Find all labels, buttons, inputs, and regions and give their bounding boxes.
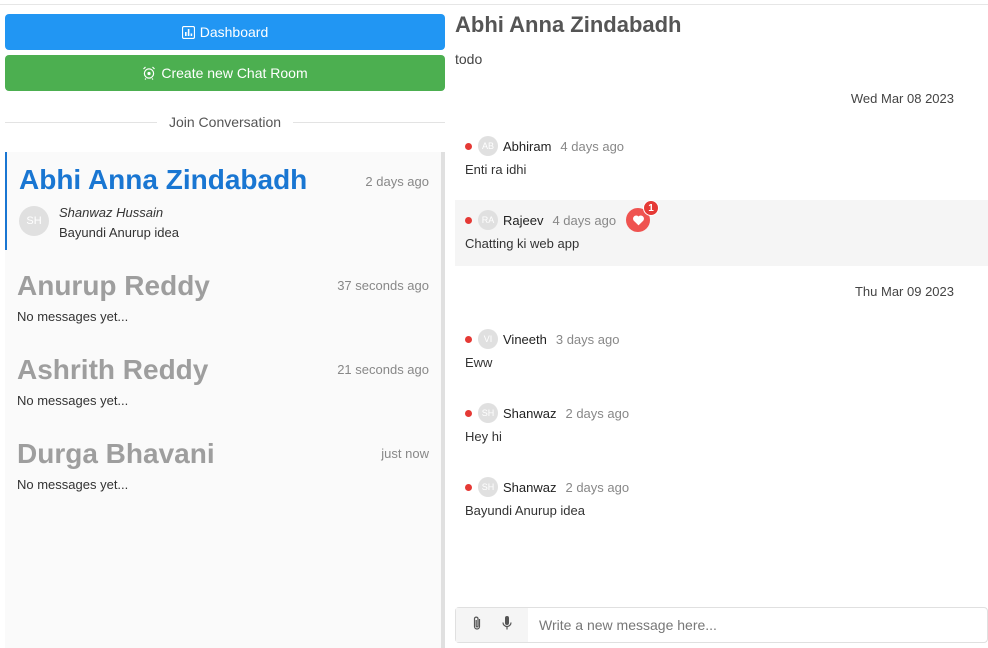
status-dot (465, 409, 472, 417)
paperclip-icon (473, 616, 481, 630)
attach-button[interactable] (471, 615, 483, 636)
avatar: AB (478, 136, 498, 156)
message-time: 4 days ago (552, 212, 617, 228)
microphone-icon (502, 615, 512, 629)
room-time: just now (381, 446, 429, 461)
heart-icon (632, 215, 644, 226)
status-dot (465, 483, 472, 491)
dashboard-button[interactable]: Dashboard (5, 14, 445, 50)
room-preview: No messages yet... (17, 477, 129, 492)
avatar: RA (478, 210, 498, 230)
status-dot (465, 335, 472, 343)
microphone-button[interactable] (501, 615, 513, 636)
chat-room-title: Abhi Anna Zindabadh (455, 12, 682, 37)
last-message: Bayundi Anurup idea (59, 225, 179, 240)
room-item-abhi-anna-zindabadh[interactable]: Abhi Anna Zindabadh 2 days ago SH Shanwa… (5, 152, 437, 250)
room-name: Anurup Reddy (17, 270, 210, 301)
message-text: Eww (465, 355, 493, 370)
alarm-icon (143, 66, 156, 80)
avatar: SH (478, 403, 498, 423)
composer-tools (456, 608, 528, 642)
avatar: SH (478, 477, 498, 497)
message-input[interactable] (528, 608, 987, 642)
message-text: Hey hi (465, 429, 502, 444)
reaction-count-badge: 1 (643, 200, 660, 216)
message-time: 2 days ago (565, 479, 630, 495)
chat-room-description: todo (455, 51, 483, 67)
room-time: 2 days ago (365, 174, 429, 189)
room-name: Ashrith Reddy (17, 354, 209, 385)
room-list-scrollbar[interactable] (441, 152, 445, 648)
chat-pane: Abhi Anna Zindabadh todo Wed Mar 08 2023… (455, 0, 988, 648)
message: SH Shanwaz 2 days ago Hey hi (455, 393, 988, 453)
room-time: 37 seconds ago (337, 278, 429, 293)
join-conversation-label: Join Conversation (168, 114, 282, 130)
status-dot (465, 142, 472, 150)
room-list: Abhi Anna Zindabadh 2 days ago SH Shanwa… (5, 152, 445, 648)
message-text: Enti ra idhi (465, 162, 527, 177)
avatar: VI (478, 329, 498, 349)
message-author: Shanwaz (503, 479, 557, 495)
room-item-durga-bhavani[interactable]: Durga Bhavani just now No messages yet..… (5, 432, 437, 502)
message-text: Chatting ki web app (465, 236, 580, 251)
create-chat-room-label: Create new Chat Room (161, 65, 308, 81)
message-author: Shanwaz (503, 405, 557, 421)
message-author: Rajeev (503, 212, 544, 228)
create-chat-room-button[interactable]: Create new Chat Room (5, 55, 445, 91)
heart-reaction-button[interactable]: 1 (626, 200, 660, 232)
message: SH Shanwaz 2 days ago Bayundi Anurup ide… (455, 467, 988, 527)
avatar: SH (19, 206, 49, 236)
message-text: Bayundi Anurup idea (465, 503, 585, 518)
room-preview: No messages yet... (17, 393, 129, 408)
message-author: Vineeth (503, 331, 547, 347)
message: AB Abhiram 4 days ago Enti ra idhi (455, 126, 988, 186)
message-composer (455, 607, 988, 643)
room-name: Abhi Anna Zindabadh (19, 164, 308, 195)
message-time: 4 days ago (560, 138, 625, 154)
room-time: 21 seconds ago (337, 362, 429, 377)
date-separator: Wed Mar 08 2023 (850, 91, 954, 106)
message-author: Abhiram (503, 138, 552, 154)
dashboard-icon (181, 25, 195, 39)
message: VI Vineeth 3 days ago Eww (455, 319, 988, 379)
sidebar: Dashboard Create new Chat Room Join Conv… (0, 0, 450, 648)
join-conversation-divider: Join Conversation (5, 113, 445, 131)
room-item-anurup-reddy[interactable]: Anurup Reddy 37 seconds ago No messages … (5, 264, 437, 334)
message-time: 3 days ago (555, 331, 620, 347)
room-preview: No messages yet... (17, 309, 129, 324)
dashboard-button-label: Dashboard (199, 24, 269, 40)
date-separator: Thu Mar 09 2023 (854, 284, 954, 299)
room-name: Durga Bhavani (17, 438, 215, 469)
status-dot (465, 216, 472, 224)
message: RA Rajeev 4 days ago 1 Chatting ki web a… (455, 200, 988, 266)
message-time: 2 days ago (565, 405, 630, 421)
room-item-ashrith-reddy[interactable]: Ashrith Reddy 21 seconds ago No messages… (5, 348, 437, 418)
last-sender: Shanwaz Hussain (59, 205, 164, 220)
